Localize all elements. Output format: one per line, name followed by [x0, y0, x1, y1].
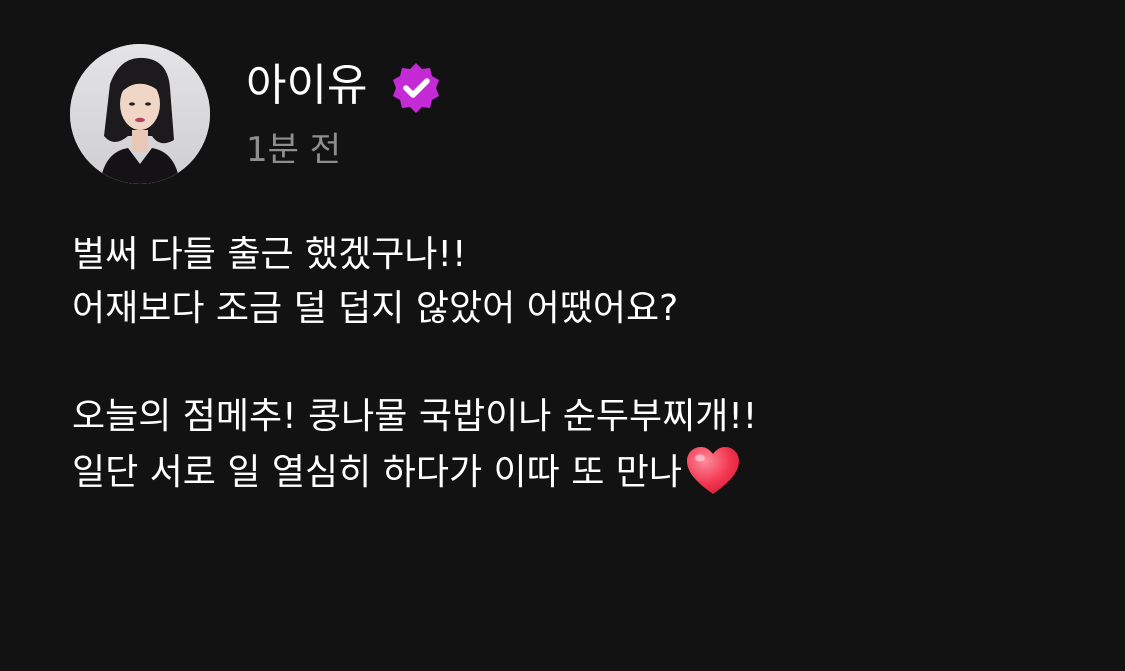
post-body-last-line: 일단 서로 일 열심히 하다가 이따 또 만나 [72, 444, 1112, 498]
avatar-image [70, 44, 210, 184]
verified-badge-icon [393, 63, 439, 113]
heart-emoji-icon [687, 447, 740, 494]
avatar[interactable] [70, 44, 210, 184]
post-body: 벌써 다들 출근 했겠구나!! 어재보다 조금 덜 덥지 않았어 어땠어요? 오… [72, 228, 1112, 498]
author-name[interactable]: 아이유 [246, 58, 367, 114]
post-body-line: 어재보다 조금 덜 덥지 않았어 어땠어요? [72, 288, 679, 329]
post-card: 아이유 1분 전 벌써 다들 출근 했겠구나!! 어재보다 조금 덜 덥지 않았… [0, 0, 1125, 671]
post-body-line-text: 일단 서로 일 열심히 하다가 이따 또 만나 [72, 452, 683, 493]
post-body-line: 오늘의 점메추! 콩나물 국밥이나 순두부찌개!! [72, 396, 758, 437]
post-timestamp: 1분 전 [246, 130, 341, 170]
post-body-line: 벌써 다들 출근 했겠구나!! [72, 234, 467, 275]
